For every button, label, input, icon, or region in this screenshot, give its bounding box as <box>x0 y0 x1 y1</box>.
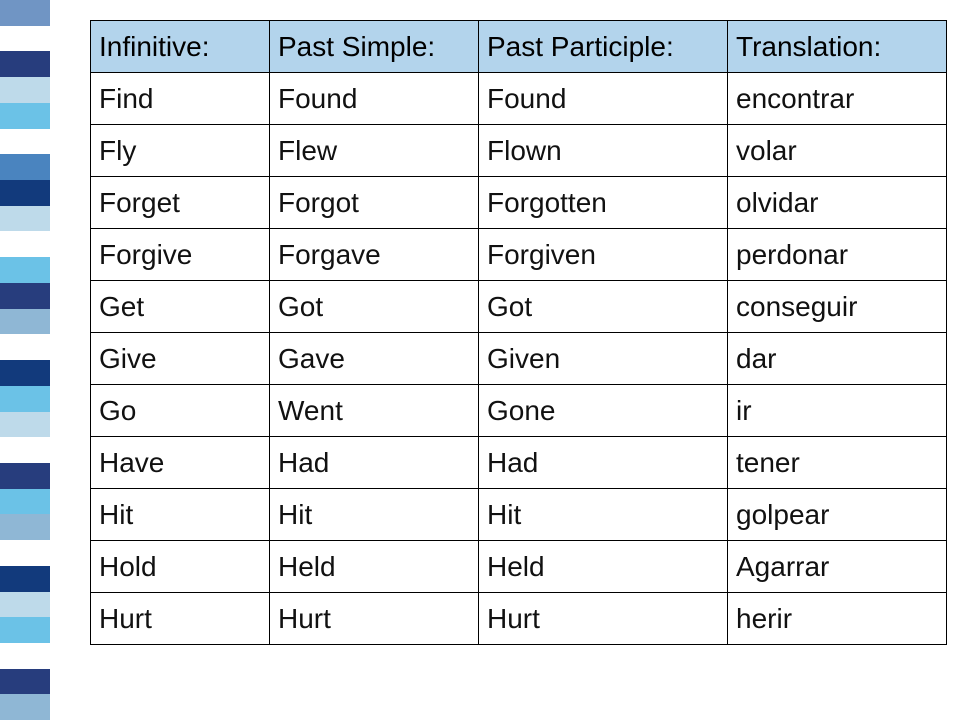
cell-past_participle: Gone <box>479 385 728 437</box>
decoration-stripe <box>0 669 50 695</box>
decoration-stripe <box>0 592 50 618</box>
cell-translation: volar <box>728 125 947 177</box>
decoration-stripe <box>0 154 50 180</box>
cell-past_simple: Gave <box>270 333 479 385</box>
cell-past_participle: Held <box>479 541 728 593</box>
cell-past_participle: Forgiven <box>479 229 728 281</box>
cell-infinitive: Hold <box>91 541 270 593</box>
cell-infinitive: Go <box>91 385 270 437</box>
decoration-stripe <box>0 51 50 77</box>
decoration-stripe <box>0 77 50 103</box>
cell-infinitive: Give <box>91 333 270 385</box>
decoration-stripe <box>0 360 50 386</box>
table-row: GiveGaveGivendar <box>91 333 947 385</box>
decoration-stripe <box>0 206 50 232</box>
cell-past_participle: Hit <box>479 489 728 541</box>
table-header-row: Infinitive: Past Simple: Past Participle… <box>91 21 947 73</box>
decoration-stripe <box>0 694 50 720</box>
cell-past_simple: Hit <box>270 489 479 541</box>
decoration-stripe <box>0 180 50 206</box>
cell-past_participle: Found <box>479 73 728 125</box>
decoration-stripe <box>0 489 50 515</box>
cell-past_simple: Found <box>270 73 479 125</box>
cell-translation: Agarrar <box>728 541 947 593</box>
table-row: GetGotGotconseguir <box>91 281 947 333</box>
cell-infinitive: Get <box>91 281 270 333</box>
cell-past_simple: Forgave <box>270 229 479 281</box>
cell-past_participle: Forgotten <box>479 177 728 229</box>
cell-translation: conseguir <box>728 281 947 333</box>
decoration-stripe <box>0 309 50 335</box>
decoration-stripe <box>0 0 50 26</box>
decoration-stripe <box>0 566 50 592</box>
decoration-stripe <box>0 26 50 52</box>
cell-past_simple: Forgot <box>270 177 479 229</box>
table-row: HoldHeldHeldAgarrar <box>91 541 947 593</box>
cell-past_simple: Had <box>270 437 479 489</box>
cell-translation: ir <box>728 385 947 437</box>
table-row: ForgetForgotForgottenolvidar <box>91 177 947 229</box>
cell-past_simple: Flew <box>270 125 479 177</box>
decoration-stripe <box>0 463 50 489</box>
cell-infinitive: Hurt <box>91 593 270 645</box>
irregular-verbs-table: Infinitive: Past Simple: Past Participle… <box>90 20 947 645</box>
table-row: GoWentGoneir <box>91 385 947 437</box>
cell-translation: dar <box>728 333 947 385</box>
decoration-stripe <box>0 257 50 283</box>
decoration-stripe <box>0 514 50 540</box>
decoration-stripe <box>0 412 50 438</box>
decoration-stripe <box>0 437 50 463</box>
table-row: FindFoundFoundencontrar <box>91 73 947 125</box>
cell-infinitive: Hit <box>91 489 270 541</box>
cell-infinitive: Have <box>91 437 270 489</box>
decoration-stripe <box>0 283 50 309</box>
cell-past_participle: Got <box>479 281 728 333</box>
decoration-stripe <box>0 334 50 360</box>
table-row: ForgiveForgaveForgivenperdonar <box>91 229 947 281</box>
cell-past_participle: Had <box>479 437 728 489</box>
decoration-stripe <box>0 540 50 566</box>
cell-past_participle: Flown <box>479 125 728 177</box>
cell-past_simple: Held <box>270 541 479 593</box>
decoration-stripe <box>0 643 50 669</box>
table-row: HurtHurtHurtherir <box>91 593 947 645</box>
cell-translation: golpear <box>728 489 947 541</box>
table-row: HitHitHitgolpear <box>91 489 947 541</box>
table-row: FlyFlewFlownvolar <box>91 125 947 177</box>
decoration-stripe <box>0 231 50 257</box>
cell-translation: olvidar <box>728 177 947 229</box>
decoration-stripe <box>0 103 50 129</box>
decoration-stripe <box>0 129 50 155</box>
cell-infinitive: Forgive <box>91 229 270 281</box>
cell-translation: encontrar <box>728 73 947 125</box>
cell-translation: perdonar <box>728 229 947 281</box>
cell-past_participle: Hurt <box>479 593 728 645</box>
cell-infinitive: Find <box>91 73 270 125</box>
slide-left-stripe-decoration <box>0 0 50 720</box>
header-translation: Translation: <box>728 21 947 73</box>
cell-translation: herir <box>728 593 947 645</box>
cell-past_simple: Hurt <box>270 593 479 645</box>
header-past-participle: Past Participle: <box>479 21 728 73</box>
cell-infinitive: Forget <box>91 177 270 229</box>
header-past-simple: Past Simple: <box>270 21 479 73</box>
cell-translation: tener <box>728 437 947 489</box>
verb-table-container: Infinitive: Past Simple: Past Participle… <box>90 0 947 645</box>
header-infinitive: Infinitive: <box>91 21 270 73</box>
decoration-stripe <box>0 386 50 412</box>
decoration-stripe <box>0 617 50 643</box>
cell-past_simple: Got <box>270 281 479 333</box>
table-row: HaveHadHadtener <box>91 437 947 489</box>
cell-infinitive: Fly <box>91 125 270 177</box>
cell-past_participle: Given <box>479 333 728 385</box>
cell-past_simple: Went <box>270 385 479 437</box>
